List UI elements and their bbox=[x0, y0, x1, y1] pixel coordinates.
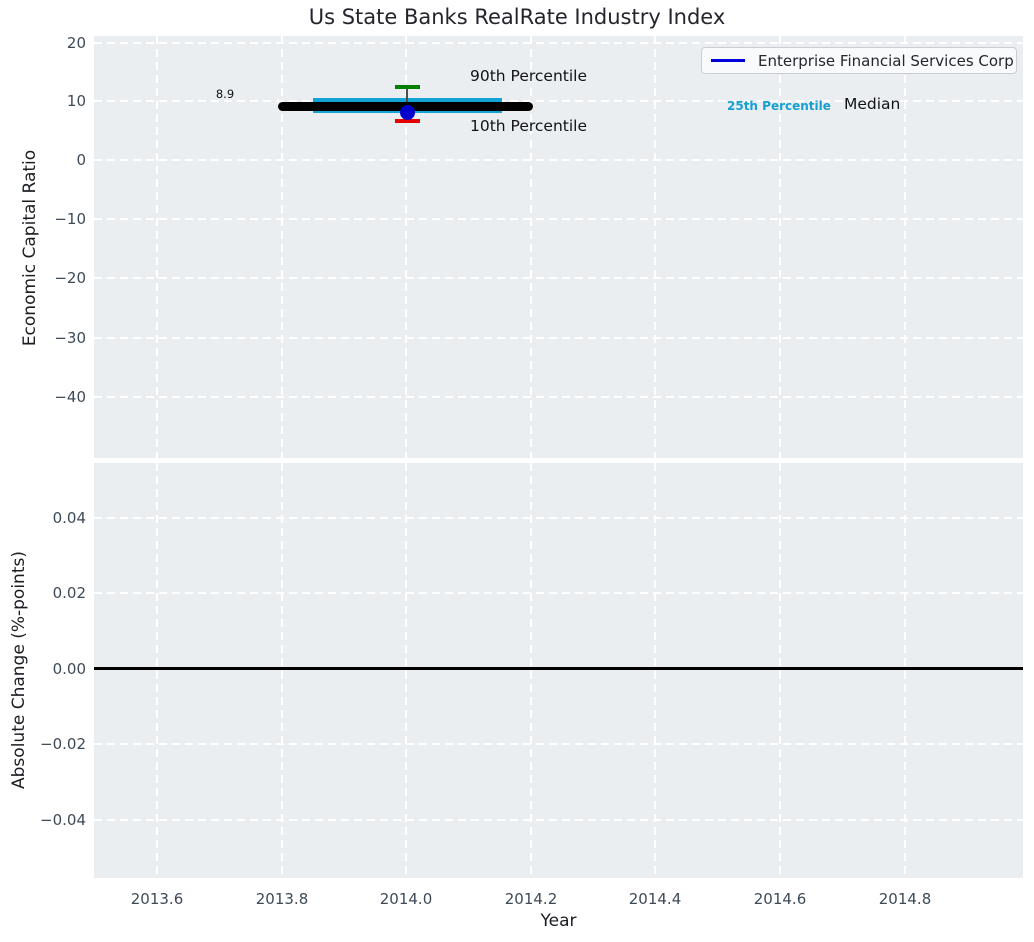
x-tick-label: 2014.8 bbox=[878, 890, 932, 908]
legend-label: Enterprise Financial Services Corp bbox=[758, 51, 1014, 70]
top-axes: 8.9 90th Percentile 10th Percentile 25th… bbox=[94, 36, 1023, 458]
gridline-h bbox=[94, 159, 1023, 161]
gridline-v bbox=[904, 463, 906, 878]
gridline-h bbox=[94, 819, 1023, 821]
gridline-h bbox=[94, 277, 1023, 279]
gridline-v bbox=[281, 463, 283, 878]
x-tick-label: 2014.4 bbox=[628, 890, 682, 908]
annotation-10th-percentile: 10th Percentile bbox=[470, 117, 588, 135]
y-tick-label: 0.00 bbox=[52, 660, 86, 678]
gridline-v bbox=[654, 36, 656, 458]
gridline-h bbox=[94, 592, 1023, 594]
gridline-v bbox=[156, 463, 158, 878]
x-tick-label: 2014.2 bbox=[504, 890, 558, 908]
legend: Enterprise Financial Services Corp bbox=[701, 47, 1017, 74]
gridline-h bbox=[94, 396, 1023, 398]
x-tick-label: 2014.0 bbox=[379, 890, 433, 908]
gridline-v bbox=[530, 36, 532, 458]
y-tick-label: 0.04 bbox=[52, 509, 86, 527]
x-tick-label: 2014.6 bbox=[753, 890, 807, 908]
gridline-v bbox=[779, 463, 781, 878]
legend-line-swatch bbox=[711, 59, 745, 62]
gridline-v bbox=[904, 36, 906, 458]
percentile-90-cap bbox=[395, 85, 420, 89]
annotation-25th-percentile: 25th Percentile bbox=[727, 99, 831, 113]
y-tick-label: −0.04 bbox=[40, 811, 86, 829]
y-axis-label-top: Economic Capital Ratio bbox=[20, 149, 40, 347]
y-tick-label: −0.02 bbox=[40, 735, 86, 753]
y-tick-label: 0.02 bbox=[52, 584, 86, 602]
gridline-h bbox=[94, 218, 1023, 220]
y-tick-label: 20 bbox=[66, 34, 86, 52]
y-tick-label: −40 bbox=[54, 388, 86, 406]
x-tick-label: 2013.6 bbox=[130, 890, 184, 908]
zero-line bbox=[94, 667, 1023, 670]
gridline-v bbox=[405, 463, 407, 878]
y-tick-label: 10 bbox=[66, 92, 86, 110]
gridline-h bbox=[94, 743, 1023, 745]
company-data-point bbox=[400, 105, 415, 120]
x-axis-label: Year bbox=[540, 911, 577, 931]
gridline-v bbox=[654, 463, 656, 878]
annotation-median: Median bbox=[844, 95, 901, 113]
gridline-v bbox=[156, 36, 158, 458]
gridline-h bbox=[94, 517, 1023, 519]
chart-title: Us State Banks RealRate Industry Index bbox=[308, 5, 726, 29]
median-value-label: 8.9 bbox=[215, 87, 235, 101]
gridline-v bbox=[530, 463, 532, 878]
bottom-axes bbox=[94, 463, 1023, 878]
gridline-h bbox=[94, 42, 1023, 44]
annotation-90th-percentile: 90th Percentile bbox=[470, 67, 588, 85]
figure: Us State Banks RealRate Industry Index 8… bbox=[0, 0, 1034, 942]
gridline-v bbox=[281, 36, 283, 458]
y-axis-label-bottom: Absolute Change (%-points) bbox=[9, 551, 29, 789]
gridline-h bbox=[94, 337, 1023, 339]
x-tick-label: 2013.8 bbox=[255, 890, 309, 908]
